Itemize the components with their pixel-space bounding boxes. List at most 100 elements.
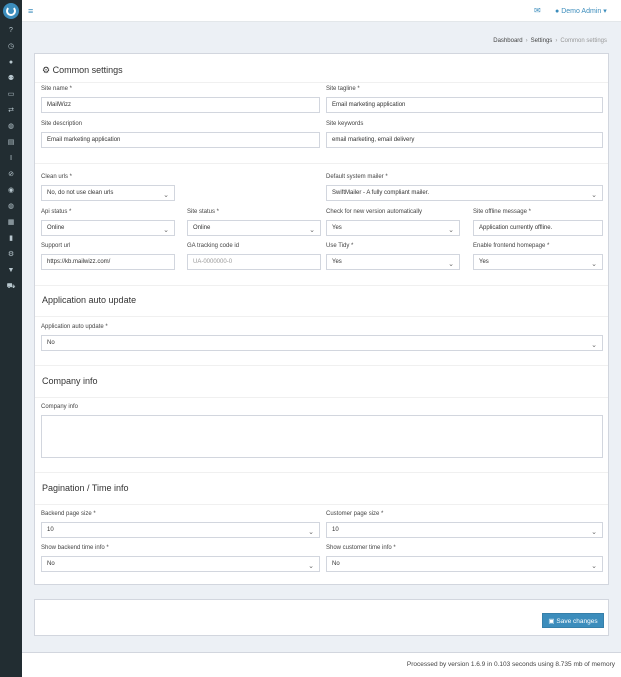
chevron-down-icon: ⌄ bbox=[591, 192, 597, 199]
ga-tracking-input[interactable]: UA-0000000-0 bbox=[187, 254, 321, 270]
use-tidy-label: Use Tidy * bbox=[326, 243, 354, 249]
clean-urls-value: No, do not use clean urls bbox=[47, 190, 114, 196]
caret-down-icon: ▾ bbox=[603, 8, 607, 15]
frontend-homepage-value: Yes bbox=[479, 259, 489, 265]
auto-update-select[interactable]: No ⌄ bbox=[41, 335, 603, 351]
backend-time-info-label: Show backend time info * bbox=[41, 545, 109, 551]
site-name-label: Site name * bbox=[41, 86, 73, 92]
chevron-down-icon: ⌄ bbox=[448, 227, 454, 234]
customer-time-info-select[interactable]: No ⌄ bbox=[326, 556, 603, 572]
customer-page-size-select[interactable]: 10 ⌄ bbox=[326, 522, 603, 538]
company-info-label: Company info bbox=[41, 404, 79, 410]
save-icon: ▣ bbox=[548, 618, 555, 625]
top-navbar: ≡ ✉ ● Demo Admin ▾ bbox=[22, 0, 621, 22]
divider bbox=[35, 472, 608, 473]
chevron-down-icon: ⌄ bbox=[309, 227, 315, 234]
app-logo-icon[interactable] bbox=[3, 3, 19, 19]
gear-icon: ⚙ bbox=[42, 65, 51, 75]
page-footer: Processed by version 1.6.9 in 0.103 seco… bbox=[22, 652, 621, 677]
breadcrumb-settings[interactable]: Settings bbox=[531, 38, 553, 44]
pagination-section-title: Pagination / Time info bbox=[42, 483, 129, 493]
api-status-select[interactable]: Online ⌄ bbox=[41, 220, 175, 236]
common-settings-panel: ⚙ Common settings Site name * MailWizz S… bbox=[34, 53, 609, 585]
frontend-homepage-label: Enable frontend homepage * bbox=[473, 243, 550, 249]
auto-update-label: Application auto update * bbox=[41, 324, 108, 330]
save-changes-label: Save changes bbox=[556, 618, 598, 625]
check-version-label: Check for new version automatically bbox=[326, 209, 423, 215]
offline-message-input[interactable]: Application currently offline. bbox=[473, 220, 603, 236]
divider bbox=[35, 365, 608, 366]
ban-icon[interactable]: ⊘ bbox=[5, 168, 17, 180]
backend-page-size-label: Backend page size * bbox=[41, 511, 96, 517]
default-mailer-select[interactable]: SwiftMailer - A fully compliant mailer. ⌄ bbox=[326, 185, 603, 201]
clean-urls-select[interactable]: No, do not use clean urls ⌄ bbox=[41, 185, 175, 201]
gear-icon[interactable]: ⚙ bbox=[5, 248, 17, 260]
server-icon[interactable]: ▦ bbox=[5, 216, 17, 228]
site-description-label: Site description bbox=[41, 121, 83, 127]
user-menu[interactable]: ● Demo Admin ▾ bbox=[555, 7, 607, 15]
site-name-input[interactable]: MailWizz bbox=[41, 97, 320, 113]
check-version-select[interactable]: Yes ⌄ bbox=[326, 220, 460, 236]
chevron-down-icon: ⌄ bbox=[163, 227, 169, 234]
clean-urls-label: Clean urls * bbox=[41, 174, 73, 180]
backend-time-info-select[interactable]: No ⌄ bbox=[41, 556, 320, 572]
save-changes-button[interactable]: ▣ Save changes bbox=[542, 613, 604, 628]
divider bbox=[35, 163, 608, 164]
backend-page-size-value: 10 bbox=[47, 527, 54, 533]
chevron-down-icon: ⌄ bbox=[591, 261, 597, 268]
user-icon[interactable]: ● bbox=[5, 56, 17, 68]
site-tagline-label: Site tagline * bbox=[326, 86, 360, 92]
backend-page-size-select[interactable]: 10 ⌄ bbox=[41, 522, 320, 538]
panel-title-text: Common settings bbox=[52, 65, 123, 75]
default-mailer-value: SwiftMailer - A fully compliant mailer. bbox=[332, 190, 430, 196]
backend-time-info-value: No bbox=[47, 561, 55, 567]
chevron-down-icon: ⌄ bbox=[308, 563, 314, 570]
api-status-value: Online bbox=[47, 225, 65, 231]
chevron-down-icon: ⌄ bbox=[448, 261, 454, 268]
footer-text: Processed by version 1.6.9 in 0.103 seco… bbox=[406, 661, 615, 668]
globe-icon[interactable]: ◍ bbox=[5, 120, 17, 132]
frontend-homepage-select[interactable]: Yes ⌄ bbox=[473, 254, 603, 270]
default-mailer-label: Default system mailer * bbox=[326, 174, 388, 180]
users-icon[interactable]: ⚉ bbox=[5, 72, 17, 84]
divider bbox=[35, 82, 608, 83]
support-url-input[interactable]: https://kb.mailwizz.com/ bbox=[41, 254, 175, 270]
cart-icon[interactable]: ⛟ bbox=[5, 280, 17, 292]
breadcrumb-common-settings: Common settings bbox=[560, 38, 607, 44]
user-icon: ● bbox=[555, 8, 560, 15]
check-version-value: Yes bbox=[332, 225, 342, 231]
company-section-title: Company info bbox=[42, 376, 98, 386]
customer-time-info-label: Show customer time info * bbox=[326, 545, 396, 551]
file-icon[interactable]: ▮ bbox=[5, 232, 17, 244]
circle-icon[interactable]: ◉ bbox=[5, 184, 17, 196]
hamburger-icon[interactable]: ≡ bbox=[28, 6, 33, 16]
envelope-icon[interactable]: ✉ bbox=[534, 6, 541, 15]
divider bbox=[35, 397, 608, 398]
card-icon[interactable]: ▭ bbox=[5, 88, 17, 100]
api-status-label: Api status * bbox=[41, 209, 72, 215]
use-tidy-select[interactable]: Yes ⌄ bbox=[326, 254, 460, 270]
chevron-down-icon: ⌄ bbox=[591, 529, 597, 536]
breadcrumb-dashboard[interactable]: Dashboard bbox=[493, 38, 522, 44]
chevron-down-icon: ⌄ bbox=[591, 342, 597, 349]
globe2-icon[interactable]: ◍ bbox=[5, 200, 17, 212]
actions-panel: ▣ Save changes bbox=[34, 599, 609, 636]
list-icon[interactable]: ▤ bbox=[5, 136, 17, 148]
company-info-textarea[interactable] bbox=[41, 415, 603, 458]
auto-update-value: No bbox=[47, 340, 55, 346]
divider bbox=[35, 316, 608, 317]
site-keywords-input[interactable]: email marketing, email delivery bbox=[326, 132, 603, 148]
site-description-input[interactable]: Email marketing application bbox=[41, 132, 320, 148]
offline-message-label: Site offline message * bbox=[473, 209, 531, 215]
sidebar: ? ◷ ● ⚉ ▭ ⇄ ◍ ▤ Ⅰ ⊘ ◉ ◍ ▦ ▮ ⚙ ▼ ⛟ bbox=[0, 0, 22, 677]
support-url-label: Support url bbox=[41, 243, 71, 249]
clock-icon[interactable]: ◷ bbox=[5, 40, 17, 52]
breadcrumb: Dashboard › Settings › Common settings bbox=[493, 38, 607, 44]
text-icon[interactable]: Ⅰ bbox=[5, 152, 17, 164]
bookmark-icon[interactable]: ▼ bbox=[5, 264, 17, 276]
divider bbox=[35, 504, 608, 505]
help-icon[interactable]: ? bbox=[5, 24, 17, 36]
exchange-icon[interactable]: ⇄ bbox=[5, 104, 17, 116]
site-tagline-input[interactable]: Email marketing application bbox=[326, 97, 603, 113]
site-status-select[interactable]: Online ⌄ bbox=[187, 220, 321, 236]
